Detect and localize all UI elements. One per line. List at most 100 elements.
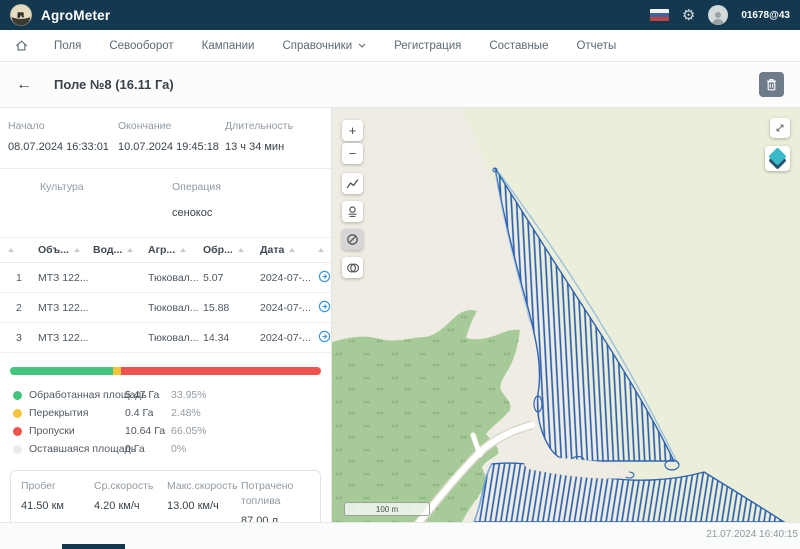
end-value: 10.07.2024 19:45:18 <box>118 141 225 153</box>
column-header-object-label: Объ... <box>38 244 69 256</box>
column-header-date[interactable]: Дата <box>260 244 318 256</box>
cell-object: МТЗ 122... <box>38 272 93 284</box>
overlaps-icon <box>346 261 360 275</box>
layers-button[interactable] <box>765 146 790 171</box>
coverage-bar-segment-missed <box>121 367 321 375</box>
map-base-layer <box>332 108 800 522</box>
column-header-driver[interactable]: Вод... <box>93 244 148 256</box>
map-scale: 100 m <box>344 502 430 516</box>
hide-missed-button[interactable] <box>342 229 363 250</box>
map-canvas[interactable]: + − <box>332 108 800 522</box>
app-name: AgroMeter <box>41 8 110 23</box>
time-section: Начало 08.07.2024 16:33:01 Окончание 10.… <box>0 108 331 168</box>
fullscreen-button[interactable] <box>770 118 790 138</box>
legend-item: Пропуски 10.64 Га 66.05% <box>0 422 331 440</box>
home-icon[interactable] <box>14 38 29 53</box>
stat-label: Потрачено топлива <box>241 479 316 509</box>
legend-dot <box>13 409 22 418</box>
locate-icon[interactable] <box>318 270 331 286</box>
nav-item-composite[interactable]: Составные <box>489 40 548 52</box>
back-button[interactable]: ← <box>16 76 32 94</box>
operation-value: сенокос <box>172 207 323 220</box>
column-header-driver-label: Вод... <box>93 244 122 256</box>
delete-button[interactable] <box>759 72 784 97</box>
nav-item-reports[interactable]: Отчеты <box>576 40 616 52</box>
column-header-implement-label: Агр... <box>148 244 175 256</box>
legend-percent: 33.95% <box>171 389 331 401</box>
map-scale-label: 100 m <box>376 505 398 514</box>
field-details-panel: Начало 08.07.2024 16:33:01 Окончание 10.… <box>0 108 332 522</box>
stat-label: Макс.скорость <box>167 479 241 494</box>
locate-icon[interactable] <box>318 300 331 316</box>
legend-value: 0 Га <box>125 443 171 455</box>
legend-percent: 66.05% <box>171 425 331 437</box>
map-controls-right <box>765 118 790 171</box>
locate-icon[interactable] <box>318 330 331 346</box>
sort-icon <box>8 248 14 252</box>
cell-object: МТЗ 122... <box>38 332 93 344</box>
coverage-layer-button[interactable] <box>342 201 363 222</box>
settings-gear-icon[interactable]: ⚙ <box>682 8 695 23</box>
username-label[interactable]: 01678@43 <box>741 10 790 21</box>
topbar: AgroMeter ⚙ 01678@43 <box>0 0 800 30</box>
user-avatar[interactable] <box>708 5 728 25</box>
trip-stats-box: Пробег 41.50 км Ср.скорость 4.20 км/ч Ма… <box>10 470 321 522</box>
nav-item-directories-label: Справочники <box>282 40 352 52</box>
tracks-table: Объ... Вод... Агр... Обр... Дата 1 МТЗ 1… <box>0 237 331 353</box>
sort-icon <box>238 248 244 252</box>
nav-item-crop-rotation[interactable]: Севооборот <box>109 40 173 52</box>
legend-label: Перекрытия <box>29 407 88 419</box>
culture-label: Культура <box>40 181 172 193</box>
nav-item-campaigns[interactable]: Кампании <box>202 40 255 52</box>
cell-date: 2024-07-... <box>260 302 318 314</box>
nav-item-registration[interactable]: Регистрация <box>394 40 461 52</box>
column-header-object[interactable]: Объ... <box>38 244 93 256</box>
start-value: 08.07.2024 16:33:01 <box>8 141 118 153</box>
expand-icon <box>774 122 786 134</box>
legend-percent: 2.48% <box>171 407 331 419</box>
column-header-actions[interactable] <box>318 248 331 252</box>
overlaps-layer-button[interactable] <box>342 257 363 278</box>
prohibition-icon <box>346 233 359 246</box>
table-row[interactable]: 2 МТЗ 122... Тюковал... 15.88 2024-07-..… <box>0 293 331 323</box>
stat-label: Пробег <box>21 479 94 494</box>
sort-icon <box>74 248 80 252</box>
column-header-index[interactable] <box>8 248 38 252</box>
cell-implement: Тюковал... <box>148 272 203 284</box>
cell-area: 14.34 <box>203 332 260 344</box>
cell-object: МТЗ 122... <box>38 302 93 314</box>
legend-value: 0.4 Га <box>125 407 171 419</box>
zoom-out-button[interactable]: − <box>342 143 363 164</box>
plus-icon: + <box>349 123 357 138</box>
legend-label: Пропуски <box>29 425 75 437</box>
coverage-legend: Обработанная площадь 5.47 Га 33.95% Пере… <box>0 386 331 462</box>
operation-section: Культура Операция сенокос <box>0 169 331 235</box>
legend-label: Оставшаяся площадь <box>29 443 136 455</box>
minus-icon: − <box>349 146 357 161</box>
sort-icon <box>318 248 324 252</box>
app-window: AgroMeter ⚙ 01678@43 Поля Севооборот Кам… <box>0 0 800 549</box>
page-title: Поле №8 (16.11 Га) <box>54 77 174 92</box>
show-track-button[interactable] <box>342 173 363 194</box>
sort-icon <box>180 248 186 252</box>
end-label: Окончание <box>118 120 225 132</box>
cell-area: 5.07 <box>203 272 260 284</box>
nav-item-directories[interactable]: Справочники <box>282 40 366 52</box>
row-index: 2 <box>8 302 38 314</box>
track-line-icon <box>346 177 359 190</box>
column-header-implement[interactable]: Агр... <box>148 244 203 256</box>
table-row[interactable]: 3 МТЗ 122... Тюковал... 14.34 2024-07-..… <box>0 323 331 353</box>
column-header-area-label: Обр... <box>203 244 233 256</box>
nav-item-fields[interactable]: Поля <box>54 40 81 52</box>
language-flag-ru-icon[interactable] <box>650 9 669 22</box>
legend-dot <box>13 427 22 436</box>
zoom-in-button[interactable]: + <box>342 120 363 141</box>
page-header: ← Поле №8 (16.11 Га) <box>0 62 800 108</box>
table-row[interactable]: 1 МТЗ 122... Тюковал... 5.07 2024-07-... <box>0 263 331 293</box>
row-index: 1 <box>8 272 38 284</box>
map-controls: + − <box>342 120 363 278</box>
column-header-area[interactable]: Обр... <box>203 244 260 256</box>
stat-label: Ср.скорость <box>94 479 167 494</box>
stat-value: 4.20 км/ч <box>94 500 167 512</box>
sort-icon <box>127 248 133 252</box>
